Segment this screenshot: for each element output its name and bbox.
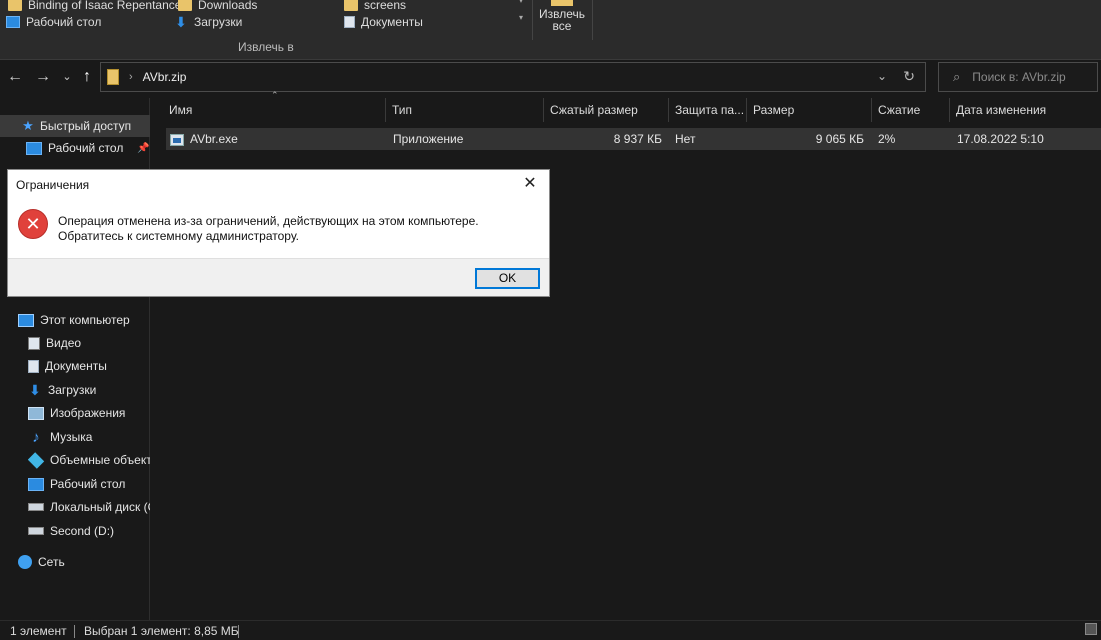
ribbon-item-binding-of-isaac[interactable]: Binding of Isaac Repentance — [8, 0, 181, 14]
status-separator — [238, 625, 239, 638]
desktop-icon — [6, 16, 20, 28]
breadcrumb-chevron-icon[interactable]: › — [129, 71, 133, 83]
star-icon: ★ — [22, 118, 34, 133]
address-bar[interactable]: › AVbr.zip ⌄ ↻ — [100, 62, 926, 92]
sidebar-item-network[interactable]: Сеть — [18, 551, 150, 573]
sidebar-item-this-pc[interactable]: Этот компьютер — [18, 309, 150, 331]
back-button[interactable]: ← — [6, 68, 24, 86]
address-dropdown-icon[interactable]: ⌄ — [877, 69, 887, 83]
scroll-down-icon[interactable]: ▾ — [514, 13, 528, 22]
application-icon — [170, 133, 184, 146]
ribbon-item-desktop[interactable]: Рабочий стол — [6, 13, 101, 31]
extract-folder-icon — [551, 0, 573, 6]
desktop-icon — [26, 141, 42, 155]
computer-icon — [18, 313, 34, 327]
file-date-cell: 17.08.2022 5:10 — [957, 132, 1044, 146]
ribbon: Binding of Isaac Repentance Downloads sc… — [0, 0, 1101, 60]
status-selection-info: Выбран 1 элемент: 8,85 МБ — [84, 624, 239, 638]
column-header-size[interactable]: Размер — [747, 98, 872, 122]
scroll-up-icon[interactable]: ▾ — [514, 0, 528, 5]
documents-icon — [28, 359, 39, 373]
status-separator — [74, 625, 75, 638]
sidebar-item-music[interactable]: ♪ Музыка — [28, 426, 150, 448]
sidebar-item-desktop-pinned[interactable]: Рабочий стол 📌 — [26, 137, 150, 159]
sidebar-item-documents[interactable]: Документы — [28, 355, 150, 377]
desktop-icon — [28, 477, 44, 491]
close-icon[interactable]: ✕ — [517, 172, 543, 196]
column-header-compressed-size[interactable]: Сжатый размер — [544, 98, 669, 122]
ribbon-quick-access-grid: Binding of Isaac Repentance Downloads sc… — [4, 0, 524, 36]
ribbon-item-documents[interactable]: Документы — [344, 13, 423, 31]
ribbon-group-label: Извлечь в — [238, 40, 294, 54]
sidebar-item-3d-objects[interactable]: Объемные объекты — [28, 449, 150, 471]
column-header-ratio[interactable]: Сжатие — [872, 98, 950, 122]
status-item-count: 1 элемент — [10, 624, 67, 638]
file-size-cell: 9 065 КБ — [815, 132, 864, 146]
column-header-type[interactable]: Тип — [386, 98, 544, 122]
documents-icon — [344, 16, 355, 28]
extract-all-label: Извлечь все — [538, 7, 585, 33]
refresh-icon[interactable]: ↻ — [903, 68, 915, 85]
folder-icon — [178, 0, 192, 11]
view-mode-buttons — [1085, 623, 1097, 635]
disk-icon — [28, 527, 44, 535]
search-icon: ⌕ — [953, 69, 961, 84]
forward-arrow-icon: → — [35, 68, 51, 85]
sidebar-item-video[interactable]: Видео — [28, 332, 150, 354]
ribbon-gallery-scroll[interactable]: ▾ ▾ — [514, 0, 528, 32]
music-icon: ♪ — [32, 428, 40, 446]
ribbon-item-zagruzki[interactable]: ⬇ Загрузки — [174, 13, 242, 31]
breadcrumb-path[interactable]: AVbr.zip — [143, 70, 187, 84]
file-name-cell: AVbr.exe — [170, 128, 238, 150]
file-ratio-cell: 2% — [878, 132, 896, 146]
ribbon-item-downloads[interactable]: Downloads — [178, 0, 257, 14]
search-input[interactable]: ⌕ Поиск в: AVbr.zip — [938, 62, 1098, 92]
network-icon — [18, 555, 32, 569]
column-header-row: ⌃ Имя Тип Сжатый размер Защита па... Раз… — [151, 90, 1101, 122]
download-arrow-icon: ⬇ — [175, 14, 187, 30]
navigation-bar: ← → ⌄ ↑ › AVbr.zip ⌄ ↻ ⌕ Поиск в: AVbr.z… — [0, 60, 1101, 96]
ok-button[interactable]: OK — [475, 268, 540, 289]
images-icon — [28, 406, 44, 420]
chevron-down-icon: ⌄ — [62, 71, 72, 83]
sidebar-item-images[interactable]: Изображения — [28, 402, 150, 424]
search-placeholder: Поиск в: AVbr.zip — [972, 70, 1066, 84]
dialog-message: Операция отменена из-за ограничений, дей… — [58, 214, 479, 243]
forward-button[interactable]: → — [34, 68, 52, 86]
error-icon: ✕ — [18, 209, 48, 239]
sidebar-item-downloads[interactable]: ⬇ Загрузки — [28, 379, 150, 401]
recent-locations-button[interactable]: ⌄ — [58, 68, 76, 86]
pin-icon: 📌 — [137, 142, 150, 154]
folder-icon — [8, 0, 22, 11]
dialog-footer: OK — [8, 258, 549, 296]
folder-icon — [344, 0, 358, 11]
ribbon-separator — [592, 0, 593, 40]
file-protected-cell: Нет — [675, 132, 696, 146]
sidebar-item-desktop[interactable]: Рабочий стол — [28, 473, 150, 495]
column-header-password-protected[interactable]: Защита па... — [669, 98, 747, 122]
ribbon-separator — [532, 0, 533, 40]
sidebar-item-quick-access[interactable]: ★ Быстрый доступ — [0, 115, 150, 137]
file-type-cell: Приложение — [393, 132, 464, 146]
back-arrow-icon: ← — [7, 68, 23, 85]
dialog-title: Ограничения — [16, 178, 90, 192]
up-arrow-icon: ↑ — [83, 68, 91, 85]
sidebar-item-second-d[interactable]: Second (D:) — [28, 520, 150, 542]
3d-objects-icon — [28, 451, 45, 469]
column-header-date-modified[interactable]: Дата изменения — [950, 98, 1101, 122]
restrictions-dialog: Ограничения ✕ ✕ Операция отменена из-за … — [7, 169, 550, 297]
table-row[interactable]: AVbr.exe Приложение 8 937 КБ Нет 9 065 К… — [166, 128, 1101, 150]
column-header-name[interactable]: Имя — [163, 98, 386, 122]
extract-all-button[interactable]: Извлечь все — [534, 0, 590, 40]
ribbon-item-screens[interactable]: screens — [344, 0, 406, 14]
details-view-icon[interactable] — [1085, 623, 1097, 635]
video-icon — [28, 336, 40, 350]
zip-folder-icon — [107, 69, 119, 85]
disk-icon — [28, 503, 44, 511]
sidebar-item-local-disk-c[interactable]: Локальный диск (C:) — [28, 496, 150, 518]
status-bar: 1 элемент Выбран 1 элемент: 8,85 МБ — [0, 620, 1101, 640]
file-compressed-size-cell: 8 937 КБ — [613, 132, 662, 146]
up-button[interactable]: ↑ — [78, 68, 96, 86]
download-arrow-icon: ⬇ — [29, 382, 41, 398]
